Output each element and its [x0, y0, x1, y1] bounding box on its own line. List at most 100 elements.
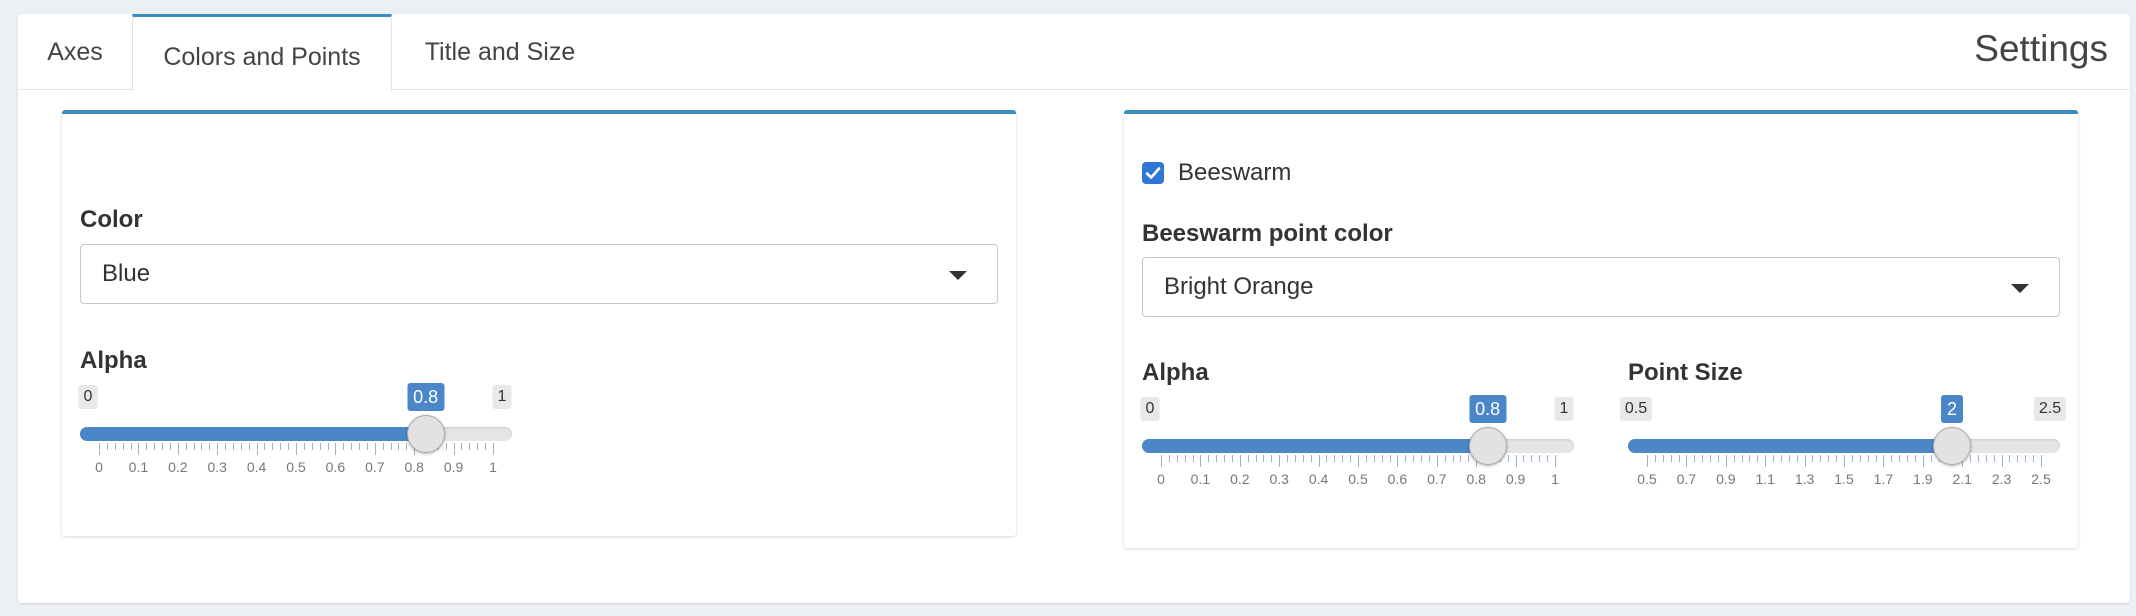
slider-handle[interactable] [406, 415, 445, 453]
slider-tick-label: 2.1 [1952, 471, 1972, 487]
slider-major-tick [256, 443, 258, 455]
slider-minor-tick [201, 443, 203, 450]
slider-tick-label: 1.5 [1834, 471, 1854, 487]
slider-minor-tick [162, 443, 164, 450]
alpha-slider[interactable]: 0 1 0.8 0 0.1 0.2 0.3 0.4 0.5 0.6 0.7 0.8 0.9 1 [78, 383, 512, 475]
tab-box-title: Settings [1974, 28, 2108, 69]
slider-minor-tick [1444, 455, 1446, 462]
slider-tick-label: 2.3 [1991, 471, 2012, 487]
slider-minor-tick [343, 443, 345, 450]
slider-tick-label: 0.2 [1230, 471, 1250, 487]
slider-tick-label: 0.4 [1308, 471, 1329, 487]
slider-minor-tick [1930, 455, 1932, 462]
point-size-slider[interactable]: 0.5 2.5 2 0.5 0.7 0.9 1.1 1.3 1.5 1.7 1.9 2.1 2.3 2.5 [1619, 395, 2067, 487]
slider-minor-tick [1836, 455, 1838, 462]
slider-minor-tick [366, 443, 368, 450]
slider-minor-tick [1413, 455, 1415, 462]
slider-minor-tick [1507, 455, 1509, 462]
tab-colors-and-points[interactable]: Colors and Points [132, 14, 392, 91]
slider-minor-tick [193, 443, 195, 450]
slider-major-tick [1397, 455, 1399, 467]
slider-major-tick [1515, 455, 1517, 467]
slider-major-tick [2041, 455, 2042, 467]
slider-major-tick [138, 443, 140, 455]
slider-tick-label: 0.9 [1716, 471, 1736, 487]
beeswarm-checkbox[interactable] [1142, 162, 1164, 184]
slider-minor-tick [248, 443, 250, 450]
slider-minor-tick [1788, 455, 1790, 462]
slider-minor-tick [1993, 455, 1995, 462]
slider-major-tick [1318, 455, 1320, 467]
slider-tick-label: 1.3 [1794, 471, 1815, 487]
slider-major-tick [1279, 455, 1281, 467]
slider-tick-label: 1 [1551, 471, 1559, 487]
slider-minor-tick [1859, 455, 1861, 462]
slider-minor-tick [1654, 455, 1656, 462]
slider-minor-tick [1247, 455, 1249, 462]
tab-bar: Axes Colors and Points Title and Size Se… [18, 14, 2130, 91]
tab-title-and-size[interactable]: Title and Size [392, 14, 608, 90]
slider-minor-tick [1702, 455, 1704, 462]
slider-minor-tick [1539, 455, 1541, 462]
slider-minor-tick [1302, 455, 1304, 462]
slider-minor-tick [122, 443, 124, 450]
color-panel: Color Blue Alpha 0 1 0.8 0 0.1 0.2 0.3 0.4 0.5 0.… [62, 110, 1016, 536]
point-color-select[interactable]: Bright Orange [1142, 257, 2060, 317]
slider-major-tick [1239, 455, 1241, 467]
slider-minor-tick [1907, 455, 1909, 462]
checkmark-icon [1145, 167, 1161, 179]
slider-minor-tick [1875, 455, 1877, 462]
slider-minor-tick [1468, 455, 1470, 462]
slider-major-tick [296, 443, 297, 455]
slider-minor-tick [1796, 455, 1798, 462]
slider-minor-tick [398, 443, 400, 450]
slider-minor-tick [1421, 455, 1423, 462]
slider-minor-tick [1547, 455, 1549, 462]
slider-min-label: 0 [78, 385, 98, 409]
slider-minor-tick [209, 443, 211, 450]
slider-minor-tick [1678, 455, 1680, 462]
slider-minor-tick [1263, 455, 1265, 462]
slider-tick-label: 0.1 [1190, 471, 1211, 487]
slider-tick-label: 0 [95, 459, 103, 475]
slider-minor-tick [146, 443, 148, 450]
slider-tick-label: 1.7 [1873, 471, 1894, 487]
slider-minor-tick [232, 443, 234, 450]
slider-minor-tick [1428, 455, 1430, 462]
slider-minor-tick [114, 443, 116, 450]
slider-minor-tick [359, 443, 361, 450]
tab-axes[interactable]: Axes [18, 14, 132, 90]
slider-handle[interactable] [1933, 427, 1971, 465]
slider-minor-tick [1851, 455, 1853, 462]
slider-major-tick [1844, 455, 1845, 467]
slider-minor-tick [1970, 455, 1972, 462]
slider-minor-tick [390, 443, 392, 450]
slider-minor-tick [1373, 455, 1375, 462]
slider-handle[interactable] [1468, 427, 1507, 465]
slider-minor-tick [1192, 455, 1194, 462]
point-color-select-value: Bright Orange [1164, 273, 1314, 300]
slider-major-tick [2001, 455, 2003, 467]
slider-minor-tick [1184, 455, 1186, 462]
slider-minor-tick [382, 443, 384, 450]
slider-value-label: 0.8 [1469, 395, 1507, 423]
slider-minor-tick [1389, 455, 1391, 462]
slider-minor-tick [1985, 455, 1987, 462]
color-select[interactable]: Blue [80, 244, 998, 304]
slider-minor-tick [1710, 455, 1712, 462]
slider-major-tick [1647, 455, 1648, 467]
slider-minor-tick [1670, 455, 1672, 462]
beeswarm-label: Beeswarm [1178, 159, 1292, 186]
slider-tick-label: 0.1 [128, 459, 149, 475]
slider-minor-tick [106, 443, 108, 450]
slider-minor-tick [445, 443, 447, 450]
slider-minor-tick [1310, 455, 1312, 462]
slider-minor-tick [272, 443, 274, 450]
slider-minor-tick [1662, 455, 1664, 462]
slider-minor-tick [327, 443, 329, 450]
slider-major-tick [493, 443, 494, 455]
slider-major-tick [217, 443, 219, 455]
slider-minor-tick [1224, 455, 1226, 462]
alpha-slider[interactable]: 0 1 0.8 0 0.1 0.2 0.3 0.4 0.5 0.6 0.7 0.8 0.9 1 [1140, 395, 1574, 487]
slider-major-tick [1436, 455, 1438, 467]
